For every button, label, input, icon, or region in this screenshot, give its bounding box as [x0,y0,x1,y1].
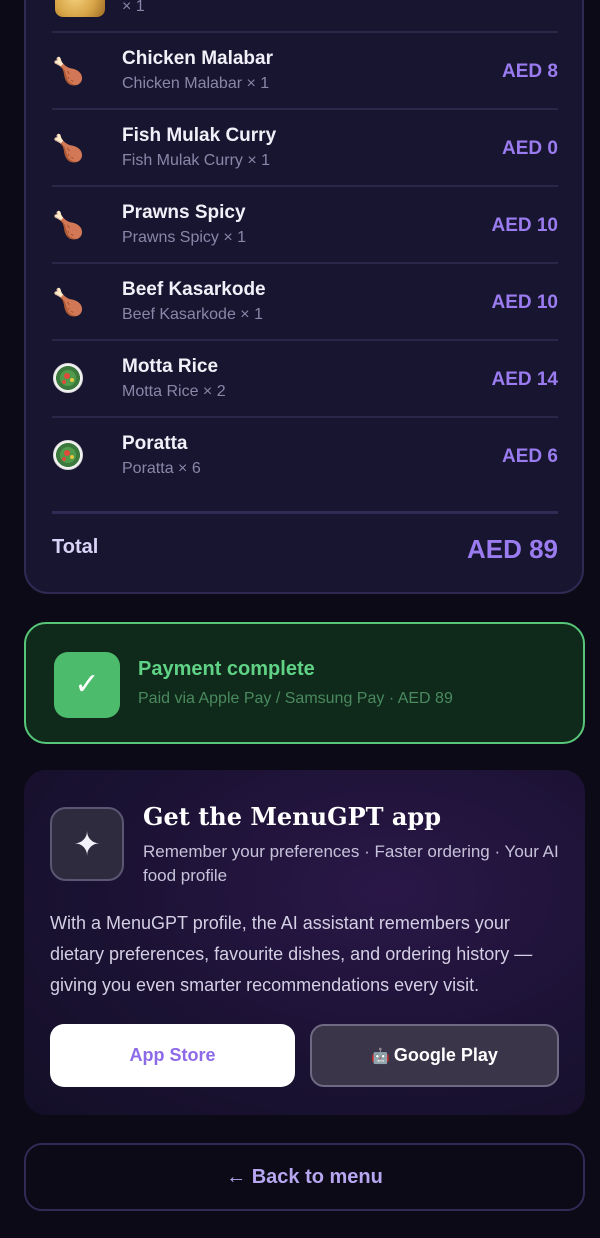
app-store-button[interactable]: App Store [50,1024,295,1087]
item-quantity: Poratta × 6 [122,460,201,477]
order-item-row: Poratta Poratta × 6 AED 6 [52,416,558,493]
app-promo-card: ✦ Get the MenuGPT app Remember your pref… [24,770,585,1115]
order-summary-card: × 1 🍗 Chicken Malabar Chicken Malabar × … [24,0,584,594]
item-price: AED 14 [491,369,558,390]
order-item-row: 🍗 Prawns Spicy Prawns Spicy × 1 AED 10 [52,185,558,262]
order-item-row: Motta Rice Motta Rice × 2 AED 14 [52,339,558,416]
order-item-list: × 1 🍗 Chicken Malabar Chicken Malabar × … [52,0,558,493]
salad-icon [53,440,83,470]
google-play-label: Google Play [393,1045,498,1065]
item-quantity: × 1 [122,0,145,15]
app-promo-description: With a MenuGPT profile, the AI assistant… [50,913,533,995]
payment-title: Payment complete [138,658,315,680]
salad-icon [53,363,83,393]
app-promo-title: Get the MenuGPT app [143,802,441,831]
payment-subtitle: Paid via Apple Pay / Samsung Pay · AED 8… [138,690,453,707]
item-quantity: Fish Mulak Curry × 1 [122,152,271,169]
item-name: Fish Mulak Curry [122,125,277,146]
item-name: Motta Rice [122,356,219,377]
total-value: AED 89 [466,534,558,564]
drumstick-icon: 🍗 [52,210,85,240]
item-price: AED 6 [502,446,558,467]
order-total-row: Total AED 89 [52,511,558,597]
order-item-row: 🍗 Beef Kasarkode Beef Kasarkode × 1 AED … [52,262,558,339]
item-name: Beef Kasarkode [122,279,266,300]
robot-icon: 🤖 [371,1048,390,1065]
order-item-partial: × 1 [52,0,558,31]
app-promo-subtitle: Remember your preferences · Faster order… [143,842,559,885]
item-name: Chicken Malabar [122,48,273,69]
drumstick-icon: 🍗 [52,133,85,163]
order-item-row: 🍗 Chicken Malabar Chicken Malabar × 1 AE… [52,31,558,108]
item-quantity: Chicken Malabar × 1 [122,75,270,92]
item-name: Prawns Spicy [122,202,246,223]
item-price: AED 0 [502,138,558,159]
checkmark-icon: ✓ [54,652,120,718]
google-play-button[interactable]: 🤖 Google Play [310,1024,559,1087]
back-to-menu-button[interactable]: ← Back to menu [24,1143,585,1211]
total-label: Total [52,536,99,558]
item-quantity: Prawns Spicy × 1 [122,229,247,246]
sparkle-icon: ✦ [50,807,124,881]
order-item-row: 🍗 Fish Mulak Curry Fish Mulak Curry × 1 … [52,108,558,185]
item-quantity: Beef Kasarkode × 1 [122,306,263,323]
item-name: Poratta [122,433,188,454]
item-quantity: Motta Rice × 2 [122,383,226,400]
food-photo-thumbnail [55,0,105,17]
order-confirmation-page: × 1 🍗 Chicken Malabar Chicken Malabar × … [0,0,600,1238]
payment-status-card: ✓ Payment complete Paid via Apple Pay / … [24,622,585,744]
item-price: AED 10 [491,292,558,313]
item-price: AED 8 [502,61,558,82]
drumstick-icon: 🍗 [52,287,85,317]
drumstick-icon: 🍗 [52,56,85,86]
item-price: AED 10 [491,215,558,236]
